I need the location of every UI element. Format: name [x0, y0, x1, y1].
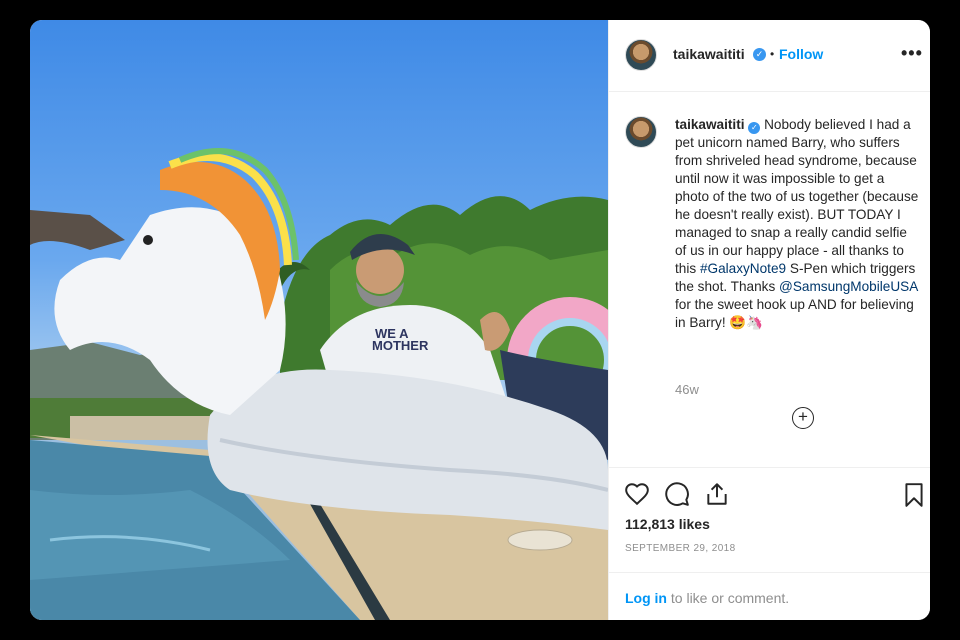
verified-badge-icon: ✓: [753, 48, 766, 61]
bookmark-icon[interactable]: [903, 482, 925, 508]
header-username[interactable]: taikawaititi: [673, 46, 745, 62]
mention-link[interactable]: @SamsungMobileUSA: [779, 279, 917, 294]
header-separator: •: [770, 47, 775, 61]
caption-verified-icon: ✓: [748, 122, 761, 134]
post-date: SEPTEMBER 29, 2018: [625, 543, 736, 554]
post-card: WE A MOTHER taikawaititi ✓ • Follow ••• …: [30, 20, 930, 620]
more-options-icon[interactable]: •••: [901, 43, 923, 64]
post-caption: taikawaititi ✓ Nobody believed I had a p…: [675, 116, 921, 332]
post-time-ago[interactable]: 46w: [675, 382, 699, 397]
avatar[interactable]: [625, 39, 657, 71]
post-header: taikawaititi ✓ • Follow •••: [609, 20, 930, 92]
login-prompt: Log in to like or comment.: [609, 572, 930, 620]
caption-end: for the sweet hook up AND for believing …: [675, 297, 914, 330]
caption-username[interactable]: taikawaititi: [675, 117, 745, 132]
plus-circle-icon[interactable]: +: [792, 407, 814, 429]
follow-button[interactable]: Follow: [779, 46, 823, 62]
shirt-text-line2: MOTHER: [372, 338, 429, 353]
likes-count[interactable]: 112,813 likes: [625, 516, 710, 532]
caption-text: Nobody believed I had a pet unicorn name…: [675, 117, 919, 276]
post-actions: 112,813 likes SEPTEMBER 29, 2018 Log in …: [609, 467, 930, 620]
pool-drain: [507, 529, 573, 551]
login-suffix: to like or comment.: [670, 590, 790, 606]
post-side-panel: taikawaititi ✓ • Follow ••• taikawaititi…: [608, 20, 930, 620]
comment-icon[interactable]: [664, 481, 690, 507]
login-line: Log in to like or comment.: [625, 590, 789, 606]
hashtag-link[interactable]: #GalaxyNote9: [700, 261, 786, 276]
heart-icon[interactable]: [624, 481, 650, 507]
stone-wall: [70, 416, 220, 440]
caption-avatar[interactable]: [625, 116, 657, 148]
login-link[interactable]: Log in: [625, 590, 667, 606]
share-icon[interactable]: [704, 481, 730, 507]
caption-emojis: 🤩🦄: [729, 315, 764, 330]
photo-scene: WE A MOTHER: [30, 148, 608, 620]
post-photo[interactable]: WE A MOTHER: [30, 20, 608, 620]
